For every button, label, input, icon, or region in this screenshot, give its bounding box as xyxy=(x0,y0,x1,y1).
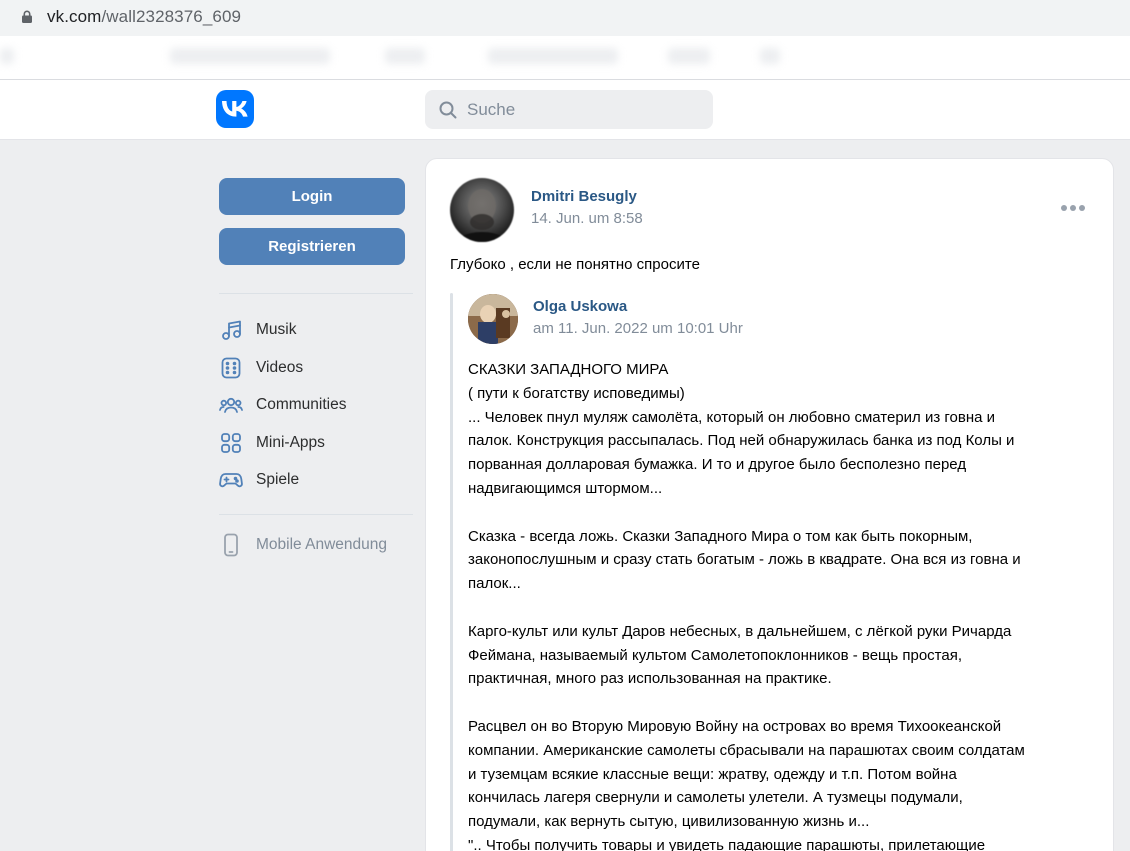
videos-icon xyxy=(219,356,243,380)
sidebar-item-label: Spiele xyxy=(256,471,300,488)
repost-paragraph: Сказка - всегда ложь. Сказки Западного М… xyxy=(468,527,1021,593)
sidebar-divider xyxy=(219,514,413,515)
games-icon xyxy=(219,468,243,492)
sidebar-item-mini-apps[interactable]: Mini-Apps xyxy=(219,428,413,458)
sidebar-item-mobile-app[interactable]: Mobile Anwendung xyxy=(219,530,413,560)
communities-icon xyxy=(219,393,243,417)
post-date[interactable]: 14. Jun. um 8:58 xyxy=(531,210,643,227)
sidebar-item-label: Mini-Apps xyxy=(256,434,325,451)
browser-address-bar[interactable]: vk.com/wall2328376_609 xyxy=(0,0,1130,36)
sidebar-item-label: Videos xyxy=(256,359,304,376)
sidebar-item-label: Mobile Anwendung xyxy=(256,536,387,553)
repost-paragraph: Расцвел он во Вторую Мировую Войну на ос… xyxy=(468,717,1025,851)
repost-body: СКАЗКИ ЗАПАДНОГО МИРА ( пути к богатству… xyxy=(468,358,1098,851)
vk-logo[interactable] xyxy=(216,90,254,128)
repost-author-avatar[interactable] xyxy=(468,294,518,344)
sidebar-item-games[interactable]: Spiele xyxy=(219,465,413,495)
sidebar-item-label: Musik xyxy=(256,321,297,338)
mini-apps-icon xyxy=(219,431,243,455)
repost-divider xyxy=(450,293,453,851)
url-text[interactable]: vk.com/wall2328376_609 xyxy=(47,7,241,27)
author-avatar[interactable] xyxy=(450,178,514,242)
url-host: vk.com xyxy=(47,7,102,26)
search-icon xyxy=(439,101,457,119)
repost-paragraph: СКАЗКИ ЗАПАДНОГО МИРА ( пути к богатству… xyxy=(468,361,1015,497)
phone-icon xyxy=(219,533,243,557)
more-options-icon[interactable] xyxy=(1061,198,1085,218)
sidebar-item-music[interactable]: Musik xyxy=(219,315,413,345)
post-author-name[interactable]: Dmitri Besugly xyxy=(531,188,637,205)
sidebar-divider xyxy=(219,293,413,294)
lock-icon xyxy=(22,10,32,23)
bookmarks-bar xyxy=(0,36,1130,80)
login-button[interactable]: Login xyxy=(219,178,405,215)
repost-paragraph: Карго-культ или культ Даров небесных, в … xyxy=(468,622,1012,688)
sidebar-item-videos[interactable]: Videos xyxy=(219,353,413,383)
search-input[interactable] xyxy=(467,90,703,129)
url-path: /wall2328376_609 xyxy=(101,7,242,26)
vk-logo-icon xyxy=(222,101,248,117)
register-button[interactable]: Registrieren xyxy=(219,228,405,265)
site-header xyxy=(0,80,1130,140)
sidebar-item-label: Communities xyxy=(256,396,347,413)
repost-author-name[interactable]: Olga Uskowa xyxy=(533,298,627,315)
music-icon xyxy=(219,318,243,342)
search-box[interactable] xyxy=(425,90,713,129)
sidebar-item-communities[interactable]: Communities xyxy=(219,390,413,420)
repost-date[interactable]: am 11. Jun. 2022 um 10:01 Uhr xyxy=(533,320,743,337)
post-text: Глубоко , если не понятно спросите xyxy=(450,256,700,273)
